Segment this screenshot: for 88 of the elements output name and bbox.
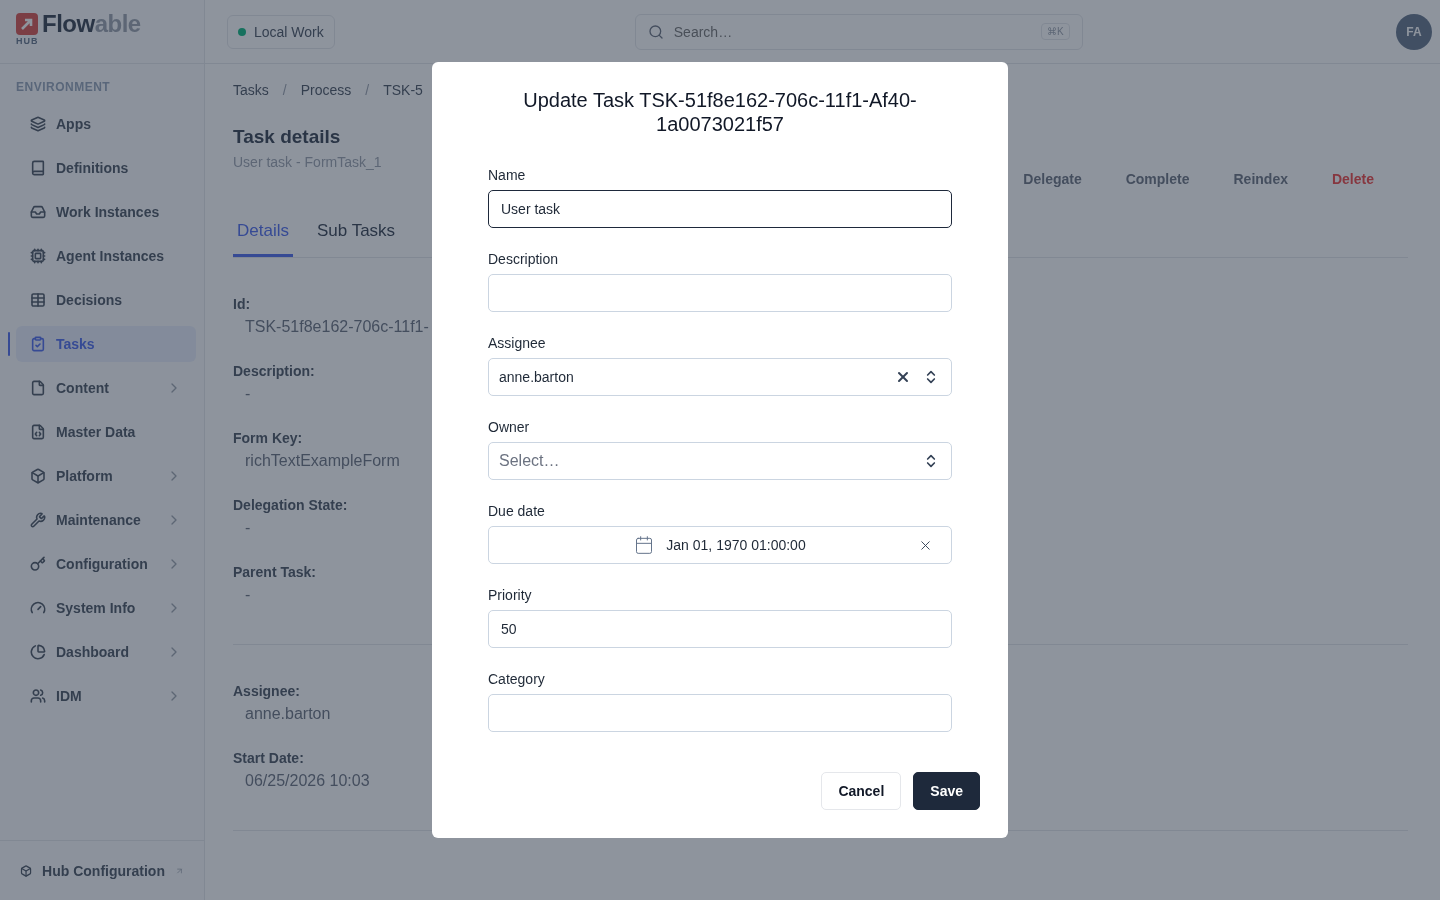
save-button[interactable]: Save [913,772,980,810]
field-label: Assignee [488,334,547,352]
detail-value: - [244,519,251,537]
nav-icon [30,336,46,352]
nav-icon [30,204,46,220]
nav-icon [30,688,46,704]
sidebar-item[interactable]: Master Data [16,414,196,450]
logo-icon [16,13,38,35]
select-field[interactable]: anne.barton [488,358,952,396]
breadcrumb-link[interactable]: TSK-5 [383,82,423,116]
select-value: anne.barton [499,369,575,385]
text-field[interactable] [488,274,952,312]
hub-configuration-link[interactable]: Hub Configuration [42,862,165,879]
sidebar-item[interactable]: Content [16,370,196,406]
sidebar-item[interactable]: System Info [16,590,196,626]
nav-icon [30,248,46,264]
sidebar-item[interactable]: Definitions [16,150,196,186]
page-title: Task details [233,126,342,148]
select-placeholder: Select… [499,452,561,470]
nav-icon [30,644,46,660]
nav-icon [30,512,46,528]
dialog-title: Update Task TSK-51f8e162-706c-11f1-Af40-1a0073021f57 [522,88,918,136]
detail-label: Parent Task: [233,564,316,580]
breadcrumb-separator: / [282,82,287,100]
detail-value: - [244,385,251,403]
cancel-button[interactable]: Cancel [821,772,902,810]
text-field[interactable] [488,694,952,732]
detail-label: Id: [233,296,251,312]
tab[interactable]: Sub Tasks [312,208,400,257]
sidebar-item[interactable]: Dashboard [16,634,196,670]
user-avatar[interactable]: FA [1396,13,1432,50]
active-indicator [8,332,10,356]
breadcrumb-link[interactable]: Tasks [233,82,269,116]
sidebar-item[interactable]: IDM [16,678,196,714]
detail-label: Form Key: [233,430,303,446]
logo-subtitle: HUB [16,36,39,46]
sidebar-item[interactable]: Platform [16,458,196,494]
detail-value: 06/25/2026 10:03 [244,772,370,790]
search-input[interactable]: Search… [671,22,1034,41]
detail-value: - [244,586,251,604]
detail-value: TSK-51f8e162-706c-11f1- [244,318,429,336]
detail-label: Start Date: [233,750,304,766]
nav-icon [30,116,46,132]
field-label: Due date [488,502,546,520]
date-field[interactable]: Jan 01, 1970 01:00:00 [488,526,952,564]
nav-icon [30,160,46,176]
action-button[interactable]: Delegate [1001,171,1104,187]
calendar-icon [634,535,655,555]
clear-icon[interactable] [918,538,933,553]
detail-label: Assignee: [233,683,300,699]
nav-icon [30,468,46,484]
sidebar-item[interactable]: Work Instances [16,194,196,230]
breadcrumb-separator: / [365,82,370,100]
field-label: Priority [488,586,533,604]
detail-label: Delegation State: [233,497,348,513]
sidebar-item[interactable]: Configuration [16,546,196,582]
clear-icon[interactable] [895,369,911,385]
detail-value: anne.barton [244,705,331,723]
nav-icon [30,380,46,396]
select-field[interactable]: Select… [488,442,952,480]
sidebar-item[interactable]: Apps [16,106,196,142]
nav-icon [30,600,46,616]
text-field[interactable]: 50 [488,610,952,648]
text-field[interactable]: User task [488,190,952,228]
nav-icon [30,424,46,440]
environment-selector[interactable]: Local Work [227,14,335,49]
sidebar-item[interactable]: Tasks [16,326,196,362]
nav-icon [30,292,46,308]
field-label: Description [488,250,560,268]
detail-label: Description: [233,363,315,379]
search-icon [647,23,664,40]
logo-wordmark: Flowable [42,10,141,38]
sidebar-item[interactable]: Agent Instances [16,238,196,274]
action-button[interactable]: Complete [1103,171,1212,187]
nav-icon [30,556,46,572]
sidebar-item[interactable]: Decisions [16,282,196,318]
breadcrumb-link[interactable]: Process [300,82,352,116]
cube-icon [20,862,33,879]
field-label: Name [488,166,527,184]
field-label: Category [488,670,546,688]
tab[interactable]: Details [233,208,293,257]
sidebar-item[interactable]: Maintenance [16,502,196,538]
date-value: Jan 01, 1970 01:00:00 [666,537,806,553]
action-button[interactable]: Reindex [1211,171,1310,187]
detail-value: richTextExampleForm [244,452,400,470]
status-dot [238,27,246,36]
field-label: Owner [488,418,531,436]
action-button[interactable]: Delete [1309,171,1396,187]
